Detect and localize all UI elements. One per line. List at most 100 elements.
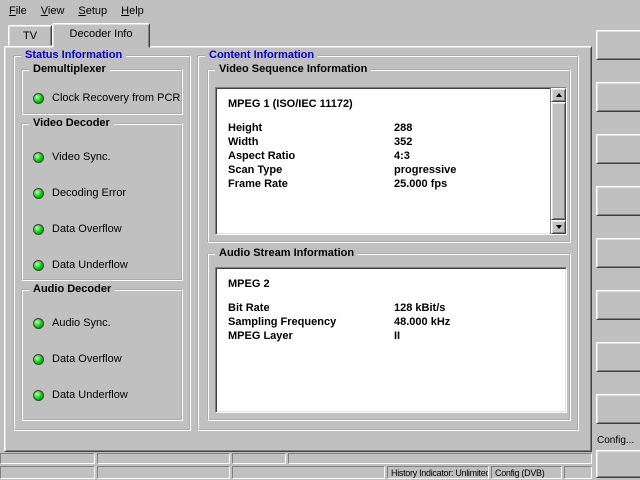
green-led-icon	[33, 354, 44, 365]
arrow-up-icon	[556, 93, 562, 97]
video-sequence-info-panel: MPEG 1 (ISO/IEC 11172) Height 288 Width …	[215, 87, 567, 235]
statusbar-segment	[232, 453, 286, 464]
status-item-label: Data Underflow	[52, 389, 128, 401]
status-item-clock-recovery: Clock Recovery from PCR	[23, 85, 181, 111]
info-row-scan-type: Scan Type progressive	[228, 164, 566, 178]
statusbar-segment	[0, 466, 95, 479]
video-standard: MPEG 1 (ISO/IEC 11172)	[228, 98, 566, 112]
statusbar-segment	[564, 466, 592, 479]
info-row-sampling-frequency: Sampling Frequency 48.000 kHz	[228, 316, 566, 330]
info-label: Bit Rate	[228, 302, 394, 316]
statusbar-config: Config (DVB)	[491, 466, 562, 479]
demultiplexer-group: Demultiplexer Clock Recovery from PCR	[21, 69, 183, 115]
vertical-scrollbar[interactable]	[550, 88, 566, 234]
green-led-icon	[33, 188, 44, 199]
video-decoder-group: Video Decoder Video Sync. Decoding Error…	[21, 123, 183, 281]
audio-decoder-group: Audio Decoder Audio Sync. Data Overflow …	[21, 289, 183, 421]
softkey-button-6[interactable]	[596, 290, 640, 320]
status-item-label: Data Overflow	[52, 223, 122, 235]
info-value: 25.000 fps	[394, 178, 447, 192]
status-item-label: Clock Recovery from PCR	[52, 92, 180, 104]
softkey-button-7[interactable]	[596, 342, 640, 372]
softkey-button-8[interactable]	[596, 394, 640, 424]
tab-decoder-info[interactable]: Decoder Info	[52, 23, 150, 48]
status-item-label: Data Underflow	[52, 259, 128, 271]
info-label: Aspect Ratio	[228, 150, 394, 164]
status-item-data-overflow: Data Overflow	[23, 211, 181, 247]
decoder-info-panel: Status Information Demultiplexer Clock R…	[4, 46, 592, 452]
info-row-height: Height 288	[228, 122, 566, 136]
info-row-mpeg-layer: MPEG Layer II	[228, 330, 566, 344]
info-row-width: Width 352	[228, 136, 566, 150]
arrow-down-icon	[556, 225, 562, 229]
softkey-button-2[interactable]	[596, 82, 640, 112]
content-information-section: Content Information Video Sequence Infor…	[197, 55, 579, 431]
scrollbar-thumb[interactable]	[551, 102, 566, 220]
statusbar-segment	[0, 453, 95, 464]
green-led-icon	[33, 152, 44, 163]
config-softkey-button[interactable]	[596, 450, 640, 478]
status-item-decoding-error: Decoding Error	[23, 175, 181, 211]
green-led-icon	[33, 318, 44, 329]
tab-tv[interactable]: TV	[8, 25, 52, 46]
green-led-icon	[33, 390, 44, 401]
status-information-section: Status Information Demultiplexer Clock R…	[13, 55, 191, 431]
scroll-down-button[interactable]	[551, 220, 566, 234]
info-row-aspect-ratio: Aspect Ratio 4:3	[228, 150, 566, 164]
scroll-up-button[interactable]	[551, 88, 566, 102]
softkey-button-5[interactable]	[596, 238, 640, 268]
audio-stream-group: Audio Stream Information MPEG 2 Bit Rate…	[207, 253, 571, 421]
softkey-button-4[interactable]	[596, 186, 640, 216]
menu-setup[interactable]: Setup	[71, 2, 114, 20]
green-led-icon	[33, 224, 44, 235]
green-led-icon	[33, 260, 44, 271]
config-softkey-label: Config...	[597, 435, 640, 446]
info-value: 128 kBit/s	[394, 302, 445, 316]
info-value: 352	[394, 136, 412, 150]
info-label: Frame Rate	[228, 178, 394, 192]
menu-help[interactable]: Help	[114, 2, 151, 20]
info-row-frame-rate: Frame Rate 25.000 fps	[228, 178, 566, 192]
info-label: Height	[228, 122, 394, 136]
info-label: Sampling Frequency	[228, 316, 394, 330]
info-value: 288	[394, 122, 412, 136]
video-sequence-group: Video Sequence Information MPEG 1 (ISO/I…	[207, 69, 571, 243]
menu-view[interactable]: View	[34, 2, 72, 20]
status-item-video-sync: Video Sync.	[23, 139, 181, 175]
statusbar-segment	[97, 453, 230, 464]
video-sequence-title: Video Sequence Information	[215, 63, 371, 76]
statusbar-segment	[97, 466, 230, 479]
audio-stream-title: Audio Stream Information	[215, 247, 358, 260]
status-item-label: Decoding Error	[52, 187, 126, 199]
softkey-button-3[interactable]	[596, 134, 640, 164]
audio-stream-info-panel: MPEG 2 Bit Rate 128 kBit/s Sampling Freq…	[215, 267, 567, 413]
status-information-title: Status Information	[21, 49, 126, 62]
status-item-label: Video Sync.	[52, 151, 111, 163]
statusbar-segment	[288, 453, 592, 464]
status-item-audio-sync: Audio Sync.	[23, 305, 181, 341]
info-value: 48.000 kHz	[394, 316, 450, 330]
demultiplexer-title: Demultiplexer	[29, 63, 110, 76]
video-decoder-title: Video Decoder	[29, 117, 114, 130]
status-item-label: Data Overflow	[52, 353, 122, 365]
menu-bar: File View Setup Help	[0, 0, 640, 22]
info-row-bit-rate: Bit Rate 128 kBit/s	[228, 302, 566, 316]
status-item-label: Audio Sync.	[52, 317, 111, 329]
audio-standard: MPEG 2	[228, 278, 566, 292]
statusbar-history-indicator: History Indicator: Unlimited	[387, 466, 489, 479]
info-value: progressive	[394, 164, 456, 178]
info-label: Width	[228, 136, 394, 150]
status-item-audio-data-overflow: Data Overflow	[23, 341, 181, 377]
info-label: MPEG Layer	[228, 330, 394, 344]
info-label: Scan Type	[228, 164, 394, 178]
audio-decoder-title: Audio Decoder	[29, 283, 115, 296]
status-item-data-underflow: Data Underflow	[23, 247, 181, 279]
green-led-icon	[33, 93, 44, 104]
decoder-app-window: File View Setup Help TV Decoder Info Sta…	[0, 0, 640, 480]
info-value: 4:3	[394, 150, 410, 164]
status-item-audio-data-underflow: Data Underflow	[23, 377, 181, 413]
info-value: II	[394, 330, 400, 344]
softkey-button-1[interactable]	[596, 30, 640, 60]
menu-file[interactable]: File	[2, 2, 34, 20]
content-information-title: Content Information	[205, 49, 318, 62]
